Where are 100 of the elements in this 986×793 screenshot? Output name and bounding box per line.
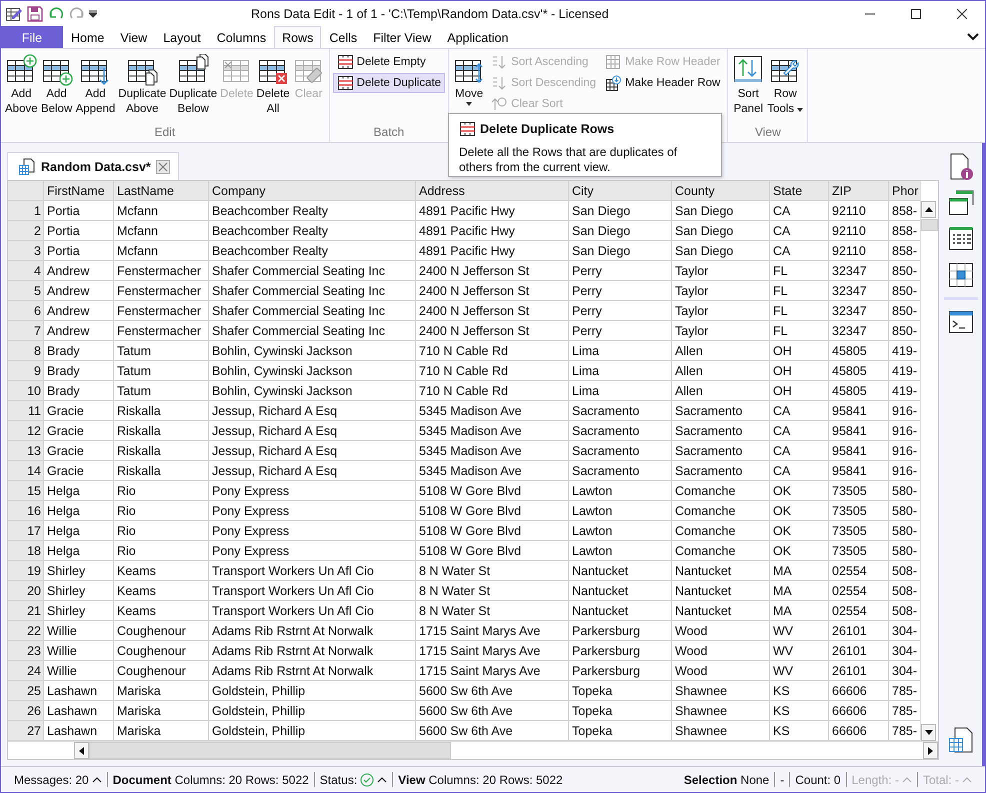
table-cell[interactable]: Tatum <box>114 381 209 401</box>
table-cell[interactable]: 02554 <box>829 561 889 581</box>
table-cell[interactable]: Perry <box>569 261 672 281</box>
row-number[interactable]: 22 <box>8 621 44 641</box>
table-cell[interactable]: Mariska <box>114 681 209 701</box>
table-cell[interactable]: Coughenour <box>114 661 209 681</box>
table-cell[interactable]: Shawnee <box>672 681 770 701</box>
table-cell[interactable]: Perry <box>569 301 672 321</box>
table-cell[interactable]: Gracie <box>44 421 114 441</box>
table-cell[interactable]: Tatum <box>114 341 209 361</box>
table-cell[interactable]: Willie <box>44 641 114 661</box>
table-cell[interactable]: 73505 <box>829 521 889 541</box>
table-cell[interactable]: Pony Express <box>209 501 416 521</box>
table-cell[interactable]: MA <box>770 601 829 621</box>
table-cell[interactable]: Comanche <box>672 521 770 541</box>
table-cell[interactable]: OH <box>770 381 829 401</box>
table-cell[interactable]: 710 N Cable Rd <box>416 341 569 361</box>
dropdown-icon[interactable] <box>89 10 97 18</box>
table-cell[interactable]: 5600 Sw 6th Ave <box>416 681 569 701</box>
table-cell[interactable]: Wood <box>672 661 770 681</box>
table-cell[interactable]: 1715 Saint Marys Ave <box>416 621 569 641</box>
table-cell[interactable]: Goldstein, Phillip <box>209 701 416 721</box>
table-cell[interactable]: 45805 <box>829 381 889 401</box>
table-cell[interactable]: WV <box>770 641 829 661</box>
table-cell[interactable]: Perry <box>569 321 672 341</box>
table-cell[interactable]: Helga <box>44 521 114 541</box>
table-cell[interactable]: Lawton <box>569 501 672 521</box>
table-cell[interactable]: San Diego <box>672 241 770 261</box>
table-cell[interactable]: 73505 <box>829 501 889 521</box>
table-cell[interactable]: Fenstermacher <box>114 281 209 301</box>
ribbon-tab[interactable]: Cells <box>321 26 366 48</box>
table-document-icon[interactable] <box>946 726 974 754</box>
ribbon-tab[interactable]: File <box>1 26 63 48</box>
row-number[interactable]: 21 <box>8 601 44 621</box>
ribbon-button[interactable]: Make Header Row <box>601 73 724 93</box>
table-cell[interactable]: Helga <box>44 481 114 501</box>
scrollbar-thumb[interactable] <box>89 742 451 759</box>
scroll-right-button[interactable] <box>923 742 938 759</box>
table-cell[interactable]: Lashawn <box>44 681 114 701</box>
table-cell[interactable]: San Diego <box>672 201 770 221</box>
table-cell[interactable]: Riskalla <box>114 441 209 461</box>
table-cell[interactable]: 45805 <box>829 361 889 381</box>
table-cell[interactable]: Nantucket <box>672 601 770 621</box>
table-cell[interactable]: Sacramento <box>672 441 770 461</box>
table-cell[interactable]: Rio <box>114 501 209 521</box>
row-number[interactable]: 10 <box>8 381 44 401</box>
scroll-down-button[interactable] <box>921 724 936 741</box>
table-cell[interactable]: 2400 N Jefferson St <box>416 281 569 301</box>
table-cell[interactable]: 95841 <box>829 461 889 481</box>
table-cell[interactable]: Shawnee <box>672 701 770 721</box>
scroll-up-button[interactable] <box>921 201 936 218</box>
table-cell[interactable]: 5345 Madison Ave <box>416 441 569 461</box>
table-cell[interactable]: Coughenour <box>114 621 209 641</box>
row-number[interactable]: 5 <box>8 281 44 301</box>
column-header[interactable]: County <box>672 181 770 201</box>
column-header[interactable]: Company <box>209 181 416 201</box>
column-header[interactable]: State <box>770 181 829 201</box>
ribbon-tab[interactable]: Home <box>63 26 112 48</box>
table-cell[interactable]: Lashawn <box>44 721 114 741</box>
table-cell[interactable]: Allen <box>672 381 770 401</box>
table-cell[interactable]: Transport Workers Un Afl Cio <box>209 561 416 581</box>
row-number[interactable]: 2 <box>8 221 44 241</box>
table-cell[interactable]: Topeka <box>569 681 672 701</box>
table-cell[interactable]: Beachcomber Realty <box>209 241 416 261</box>
table-cell[interactable]: Sacramento <box>672 421 770 441</box>
table-cell[interactable]: Parkersburg <box>569 621 672 641</box>
table-cell[interactable]: OK <box>770 501 829 521</box>
table-cell[interactable]: San Diego <box>569 241 672 261</box>
row-number[interactable]: 13 <box>8 441 44 461</box>
table-cell[interactable]: 66606 <box>829 721 889 741</box>
table-cell[interactable]: 32347 <box>829 301 889 321</box>
ribbon-button[interactable]: Delete Duplicate <box>332 73 446 93</box>
row-number[interactable]: 17 <box>8 521 44 541</box>
row-number[interactable]: 3 <box>8 241 44 261</box>
table-cell[interactable]: CA <box>770 401 829 421</box>
table-cell[interactable]: Lawton <box>569 481 672 501</box>
table-cell[interactable]: 95841 <box>829 441 889 461</box>
table-cell[interactable]: Shirley <box>44 601 114 621</box>
table-cell[interactable]: Riskalla <box>114 461 209 481</box>
table-cell[interactable]: Rio <box>114 541 209 561</box>
table-cell[interactable]: 1715 Saint Marys Ave <box>416 661 569 681</box>
table-cell[interactable]: Gracie <box>44 461 114 481</box>
windows-icon[interactable] <box>946 189 974 217</box>
table-cell[interactable]: Helga <box>44 541 114 561</box>
row-number[interactable]: 9 <box>8 361 44 381</box>
list-icon[interactable] <box>946 225 974 253</box>
row-number[interactable]: 7 <box>8 321 44 341</box>
table-cell[interactable]: 8 N Water St <box>416 561 569 581</box>
table-cell[interactable]: FL <box>770 321 829 341</box>
table-cell[interactable]: Shafer Commercial Seating Inc <box>209 301 416 321</box>
table-cell[interactable]: Riskalla <box>114 421 209 441</box>
table-cell[interactable]: Willie <box>44 621 114 641</box>
table-cell[interactable]: Shirley <box>44 581 114 601</box>
table-cell[interactable]: Lawton <box>569 521 672 541</box>
table-cell[interactable]: Riskalla <box>114 401 209 421</box>
table-cell[interactable]: Gracie <box>44 401 114 421</box>
table-cell[interactable]: 95841 <box>829 401 889 421</box>
row-number[interactable]: 25 <box>8 681 44 701</box>
row-number[interactable]: 18 <box>8 541 44 561</box>
table-cell[interactable]: Tatum <box>114 361 209 381</box>
